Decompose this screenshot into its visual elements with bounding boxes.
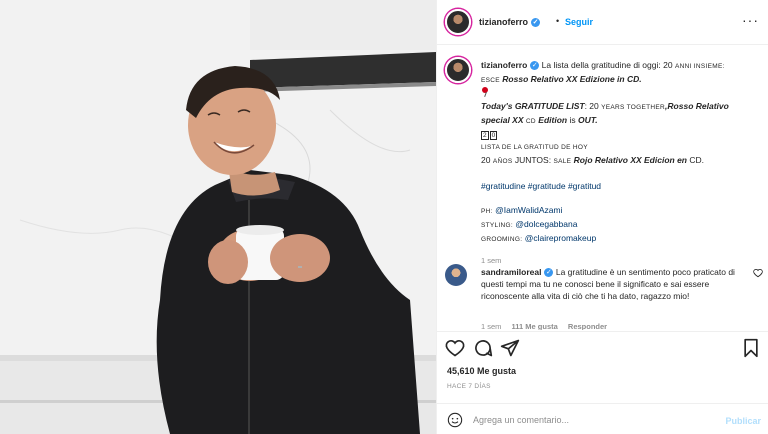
caption-time[interactable]: 1 sem — [481, 256, 501, 265]
credit-styling-link[interactable]: @dolcegabbana — [515, 219, 577, 229]
caption-en-smallcaps: YEARS TOGETHER — [601, 104, 666, 111]
author-username-text[interactable]: tizianoferro — [479, 17, 528, 27]
caption-en-is: is — [569, 115, 576, 125]
credit-ph-link[interactable]: @IamWalidAzami — [495, 205, 562, 215]
commenter-username[interactable]: sandramiloreal — [481, 267, 541, 277]
comment-like-heart-icon[interactable] — [753, 268, 763, 278]
bookmark-icon[interactable] — [741, 338, 761, 358]
caption-en-bold2: special XX — [481, 115, 524, 125]
post-panel: tizianoferro ✓ • Seguir ··· tizianoferro ✓… — [436, 0, 768, 434]
author-username[interactable]: tizianoferro ✓ — [479, 17, 541, 28]
more-options-icon[interactable]: ··· — [742, 12, 759, 28]
comment-meta: 1 sem 111 Me gusta Responder — [481, 322, 615, 330]
comment-time[interactable]: 1 sem — [481, 322, 501, 330]
caption-line2-smallcaps: ESCE — [481, 77, 500, 84]
caption-es-line1: LISTA DE LA GRATITUD DE HOY — [481, 144, 588, 151]
credit-styling-label: STYLING: — [481, 222, 514, 229]
caption-en-out: OUT. — [577, 115, 598, 125]
caption-line1: La lista della gratitudine di oggi: 20 — [541, 60, 673, 70]
commenter-verified-badge-icon: ✓ — [544, 268, 554, 278]
caption-es-end: CD. — [689, 155, 705, 165]
keycap-2-icon: 2 — [481, 131, 489, 140]
commenter-avatar[interactable] — [445, 264, 467, 286]
caption-en-colon: : 20 — [584, 101, 599, 111]
comment-input[interactable] — [473, 412, 713, 428]
follow-button[interactable]: Seguir — [565, 17, 593, 27]
author-avatar[interactable] — [445, 9, 471, 35]
caption-en-cd: CD — [525, 118, 536, 125]
caption-es-sale: SALE — [553, 158, 572, 165]
caption-es-pre: 20 — [481, 155, 491, 165]
caption-en-edition: Edition — [538, 115, 568, 125]
verified-badge-icon: ✓ — [531, 18, 541, 28]
caption-en-title: Today's GRATITUDE LIST — [481, 101, 585, 111]
keycap-0-icon: 0 — [489, 131, 498, 140]
post-timestamp[interactable]: HACE 7 DÍAS — [447, 383, 491, 390]
credit-grooming-label: GROOMING: — [481, 236, 523, 243]
caption-username[interactable]: tizianoferro — [481, 60, 527, 70]
caption-es-mid: JUNTOS: — [514, 155, 552, 165]
caption-author-avatar[interactable] — [445, 57, 471, 83]
post-actions-bar — [437, 331, 768, 361]
photo-illustration — [0, 0, 436, 434]
separator-dot: • — [556, 16, 560, 26]
share-icon[interactable] — [500, 338, 520, 358]
caption-hashtags[interactable]: #gratitudine #gratitude #gratitud — [481, 181, 601, 191]
post-photo[interactable] — [0, 0, 436, 434]
post-caption: tizianoferro ✓ La lista della gratitudine… — [481, 59, 763, 267]
credit-grooming-link[interactable]: @clairepromakeup — [525, 233, 596, 243]
heart-icon[interactable] — [445, 338, 465, 358]
comments-section[interactable]: tizianoferro ✓ La lista della gratitudine… — [437, 46, 768, 330]
pushpin-icon — [481, 87, 489, 97]
comment-reply-button[interactable]: Responder — [568, 322, 607, 330]
likes-count[interactable]: 45,610 Me gusta — [447, 366, 516, 376]
caption-line1-smallcaps: ANNI INSIEME: — [674, 63, 725, 70]
comment-item: sandramiloreal ✓ La gratitudine è un sent… — [481, 266, 751, 302]
credit-ph-label: PH: — [481, 208, 493, 215]
emoji-icon[interactable] — [447, 412, 463, 428]
comment-icon[interactable] — [473, 338, 493, 358]
add-comment-bar: Publicar — [437, 403, 768, 434]
caption-line2-bold: Rosso Relativo XX Edizione in CD. — [502, 74, 642, 84]
caption-es-bold: Rojo Relativo XX Edicion en — [573, 155, 687, 165]
caption-en-bold1: ,Rosso Relativo — [665, 101, 729, 111]
post-header: tizianoferro ✓ • Seguir ··· — [437, 0, 768, 45]
caption-verified-badge-icon: ✓ — [530, 61, 540, 71]
publish-comment-button[interactable]: Publicar — [725, 416, 761, 426]
caption-es-smallcaps: AÑOS — [492, 158, 513, 165]
comment-likes[interactable]: 111 Me gusta — [512, 322, 558, 330]
